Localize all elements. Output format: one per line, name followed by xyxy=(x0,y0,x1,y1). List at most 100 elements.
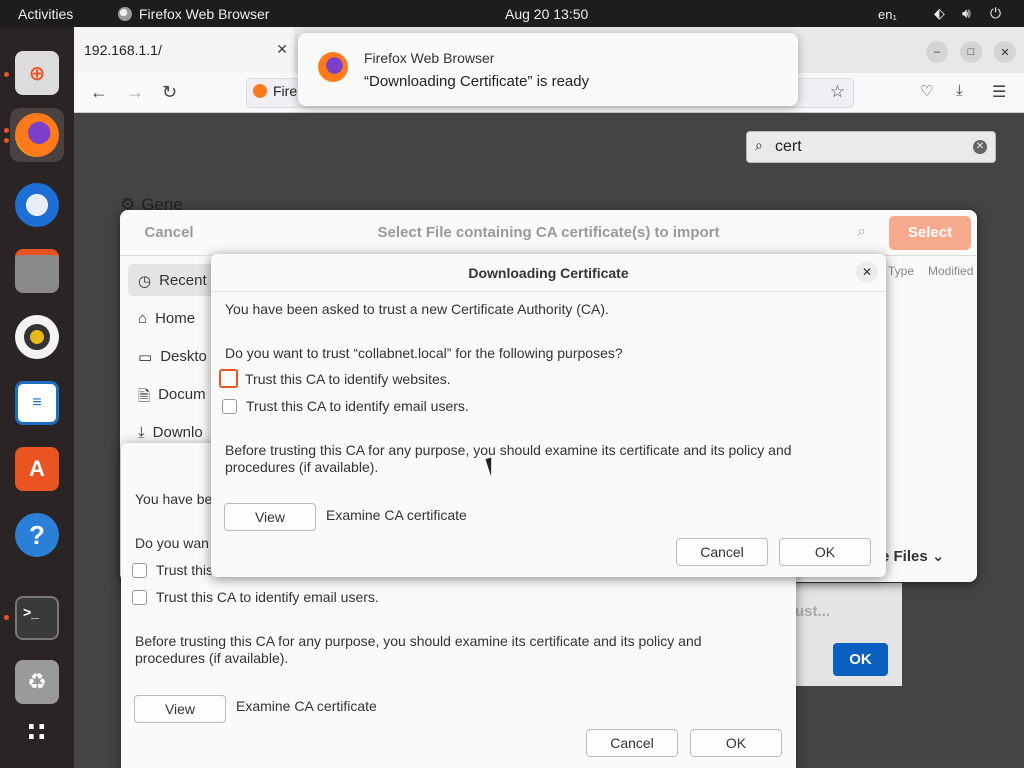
thunderbird-icon xyxy=(15,183,59,227)
back-icon[interactable]: ← xyxy=(90,82,108,103)
checkbox-label: Trust this CA to identify email users. xyxy=(246,398,469,414)
far-dialog-text: ust... xyxy=(795,603,831,620)
settings-search-input[interactable]: ⌕ cert ✕ xyxy=(746,131,996,163)
thunderbird-launcher[interactable] xyxy=(10,178,64,232)
back-cancel-button[interactable]: Cancel xyxy=(586,729,678,757)
desktop-icon: ▭ xyxy=(138,349,153,366)
firefox-icon xyxy=(318,52,348,82)
trash-icon: ♻ xyxy=(15,660,59,704)
app-center-icon: A xyxy=(15,447,59,491)
trash-launcher[interactable]: ♻ xyxy=(10,655,64,709)
sidebar-item-label: Recent xyxy=(159,272,207,289)
file-type-filter[interactable]: te Files ⌄ xyxy=(876,547,944,565)
close-icon[interactable]: ✕ xyxy=(856,261,878,283)
writer-icon: ≡ xyxy=(15,381,59,425)
cb-email-row[interactable]: Trust this CA to identify email users. xyxy=(222,398,469,414)
input-language[interactable]: en₁ xyxy=(878,7,897,22)
downloads-icon[interactable]: ⤓ xyxy=(956,82,963,99)
trust-email-checkbox[interactable] xyxy=(222,398,237,414)
files-icon xyxy=(15,249,59,293)
cb-websites-row[interactable]: Trust this CA to identify websites. xyxy=(219,369,451,388)
writer-launcher[interactable]: ≡ xyxy=(10,376,64,430)
download-notification[interactable]: Firefox Web Browser “Downloading Certifi… xyxy=(298,33,798,106)
back-examine-label: Examine CA certificate xyxy=(236,698,377,714)
chevron-down-icon: ⌄ xyxy=(931,548,945,565)
tab-router[interactable]: 192.168.1.1/ ✕ xyxy=(74,27,294,73)
checkbox-label: Trust this CA to identify email users. xyxy=(156,589,379,605)
back-dialog-line1: You have be xyxy=(135,491,213,507)
back-cb-email[interactable]: Trust this CA to identify email users. xyxy=(132,589,379,605)
file-chooser-header: Cancel Select File containing CA certifi… xyxy=(120,210,977,256)
dialog-line1: You have been asked to trust a new Certi… xyxy=(225,301,609,317)
file-chooser-select-button[interactable]: Select xyxy=(889,216,971,250)
tab-close-icon[interactable]: ✕ xyxy=(276,41,288,58)
close-window-button[interactable]: ✕ xyxy=(994,41,1016,63)
back-view-button[interactable]: View xyxy=(134,695,226,723)
column-modified[interactable]: Modified xyxy=(928,264,973,278)
power-icon[interactable]: ⏻ xyxy=(990,5,1001,22)
checkbox-label: Trust this xyxy=(156,562,214,578)
clock[interactable]: Aug 20 13:50 xyxy=(505,6,588,22)
help-icon: ? xyxy=(15,513,59,557)
notification-app: Firefox Web Browser xyxy=(364,50,495,66)
bookmark-star-icon[interactable]: ☆ xyxy=(830,82,845,102)
app-menu[interactable]: Firefox Web Browser xyxy=(118,6,269,22)
rhythmbox-launcher[interactable] xyxy=(10,310,64,364)
maximize-button[interactable]: □ xyxy=(960,41,982,63)
menu-icon[interactable]: ☰ xyxy=(992,82,1006,102)
help-launcher[interactable]: ? xyxy=(10,508,64,562)
trust-websites-checkbox[interactable] xyxy=(219,369,238,388)
clear-search-icon[interactable]: ✕ xyxy=(973,140,987,154)
sidebar-item-label: Deskto xyxy=(160,348,207,365)
url-identity[interactable]: Fire xyxy=(253,83,297,99)
firefox-launcher[interactable] xyxy=(10,108,64,162)
places-sidebar: ◷ Recent ⌂ Home ▭ Deskto 🗎︎ Docum ⤓ Down… xyxy=(120,256,248,456)
reload-icon[interactable]: ↻ xyxy=(162,82,177,103)
volume-icon[interactable]: 🔊︎ xyxy=(962,5,971,22)
dock: ⊕ ≡ A ? >_ ♻ ∷ xyxy=(0,27,74,768)
top-bar: Activities Firefox Web Browser Aug 20 13… xyxy=(0,0,1024,27)
sidebar-item-label: Home xyxy=(155,310,196,327)
terminal-icon: >_ xyxy=(15,596,59,640)
app-menu-label: Firefox Web Browser xyxy=(139,6,270,22)
running-indicator xyxy=(4,72,9,77)
checkbox[interactable] xyxy=(132,562,147,578)
checkbox-label: Trust this CA to identify websites. xyxy=(245,370,451,387)
notification-body: “Downloading Certificate” is ready xyxy=(364,73,590,90)
rhythmbox-icon xyxy=(15,315,59,359)
ok-button[interactable]: OK xyxy=(779,538,871,566)
search-icon: ⌕ xyxy=(755,137,763,153)
minimize-button[interactable]: – xyxy=(926,41,948,63)
dialog-line2: Do you want to trust “collabnet.local” f… xyxy=(225,345,623,361)
firefox-icon xyxy=(15,113,59,157)
back-cb-websites[interactable]: Trust this xyxy=(132,562,213,578)
cancel-button[interactable]: Cancel xyxy=(676,538,768,566)
dialog-paragraph: Before trusting this CA for any purpose,… xyxy=(225,442,792,475)
help-rescue-launcher[interactable]: ⊕ xyxy=(10,46,64,100)
forward-icon[interactable]: → xyxy=(126,82,144,103)
activities-button[interactable]: Activities xyxy=(18,6,73,22)
far-ok-button[interactable]: OK xyxy=(833,643,888,676)
document-icon: 🗎︎ xyxy=(138,388,151,405)
url-chip-label: Fire xyxy=(273,83,298,99)
running-indicator xyxy=(4,128,9,133)
files-launcher[interactable] xyxy=(10,244,64,298)
terminal-launcher[interactable]: >_ xyxy=(10,591,64,645)
tab-title: 192.168.1.1/ xyxy=(84,42,162,58)
network-icon[interactable]: ⬖ xyxy=(934,5,945,22)
search-icon[interactable]: ⌕ xyxy=(857,223,866,241)
view-certificate-button[interactable]: View xyxy=(224,503,316,531)
column-type[interactable]: Type xyxy=(888,264,914,278)
back-ok-button[interactable]: OK xyxy=(690,729,782,757)
running-indicator xyxy=(4,138,9,143)
downloading-certificate-dialog: Downloading Certificate ✕ You have been … xyxy=(211,254,886,577)
examine-label: Examine CA certificate xyxy=(326,507,467,523)
pocket-icon[interactable]: ♡ xyxy=(920,82,933,100)
checkbox[interactable] xyxy=(132,589,147,605)
file-list-header: Type Modified xyxy=(888,264,973,278)
show-apps-button[interactable]: ∷ xyxy=(10,705,64,759)
file-chooser-title: Select File containing CA certificate(s)… xyxy=(377,224,720,241)
back-dialog-paragraph: Before trusting this CA for any purpose,… xyxy=(135,633,702,666)
clock-icon: ◷ xyxy=(138,273,152,290)
app-center-launcher[interactable]: A xyxy=(10,442,64,496)
